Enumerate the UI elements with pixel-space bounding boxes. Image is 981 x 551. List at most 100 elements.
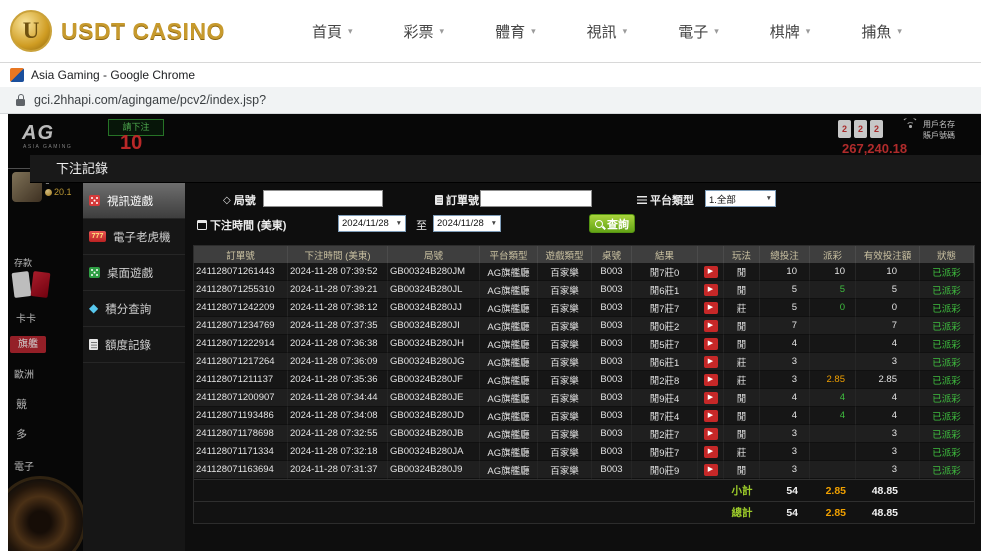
url-text: gci.2hhapi.com/agingame/pcv2/index.jsp?	[34, 93, 266, 107]
table-amount: 267,240.18	[842, 141, 907, 156]
cell-order: 241128071211137	[194, 371, 288, 389]
cell-time: 2024-11-28 07:36:38	[288, 335, 388, 353]
cell-table: B003	[592, 407, 632, 425]
play-video-button[interactable]: ▶	[704, 284, 718, 296]
cell-round: GB00324B280JF	[388, 371, 480, 389]
column-header: 狀態	[920, 246, 974, 263]
cell-game: 百家樂	[538, 461, 592, 479]
play-video-button[interactable]: ▶	[704, 446, 718, 458]
cell-round: GB00324B280JG	[388, 353, 480, 371]
chevron-down-icon: ▾	[348, 26, 353, 37]
document-icon	[435, 195, 443, 205]
cell-play: 閒	[724, 281, 760, 299]
nav-item-label: 電子	[678, 21, 708, 42]
sidebar-item-2[interactable]: 桌面遊戲	[83, 255, 185, 291]
wifi-icon	[901, 117, 919, 135]
cell-payout: 2.85	[810, 371, 856, 389]
lock-icon	[16, 99, 25, 106]
play-video-button[interactable]: ▶	[704, 302, 718, 314]
nav-item-4[interactable]: 電子 ▾	[678, 21, 719, 42]
chevron-down-icon: ▾	[714, 26, 719, 37]
cell-payout: 4	[810, 407, 856, 425]
play-video-button[interactable]: ▶	[704, 464, 718, 476]
cell-status: 已派彩	[920, 317, 974, 335]
cell-play: 閒	[724, 335, 760, 353]
sidebar-item-0[interactable]: 視訊遊戲	[83, 183, 185, 219]
play-video-button[interactable]: ▶	[704, 338, 718, 350]
cell-result: 閒7莊7	[632, 299, 698, 317]
nav-item-3[interactable]: 視訊▾	[587, 21, 628, 42]
cell-table: B003	[592, 461, 632, 479]
cell-replay: ▶	[698, 443, 724, 461]
nav-item-0[interactable]: 首頁▾	[312, 21, 353, 42]
nav-item-label: 棋牌	[770, 21, 800, 42]
play-video-button[interactable]: ▶	[704, 356, 718, 368]
nav-item-1[interactable]: 彩票▾	[404, 21, 445, 42]
total-row: 總計542.8548.85	[194, 501, 974, 523]
date-from-select[interactable]: 2024/11/28 ▼	[338, 215, 406, 232]
doc-icon	[89, 339, 98, 350]
query-button[interactable]: 查詢	[589, 214, 635, 233]
cell-bet: 4	[760, 335, 810, 353]
play-video-button[interactable]: ▶	[704, 392, 718, 404]
cell-status: 已派彩	[920, 461, 974, 479]
table-row: 2411280711636942024-11-28 07:31:37GB0032…	[194, 461, 974, 479]
cell-valid: 3	[856, 461, 920, 479]
total-row-payout: 2.85	[810, 502, 856, 523]
cell-bet: 10	[760, 263, 810, 281]
deposit-fragment: 存款	[14, 256, 32, 269]
cell-replay: ▶	[698, 263, 724, 281]
cell-play: 閒	[724, 317, 760, 335]
nav-item-5[interactable]: 棋牌 ▾	[770, 21, 811, 42]
sidebar-item-3[interactable]: ◆積分查詢	[83, 291, 185, 327]
cell-payout	[810, 335, 856, 353]
site-logo[interactable]: U USDT CASINO	[10, 10, 225, 52]
play-video-button[interactable]: ▶	[704, 410, 718, 422]
cell-platform: AG旗艦廳	[480, 299, 538, 317]
play-video-button[interactable]: ▶	[704, 320, 718, 332]
cell-platform: AG旗艦廳	[480, 461, 538, 479]
cell-order: 241128071178698	[194, 425, 288, 443]
nav-item-2[interactable]: 體育▾	[495, 21, 536, 42]
cell-replay: ▶	[698, 281, 724, 299]
platform-type-select[interactable]: 1.全部 ▼	[705, 190, 776, 207]
cell-result: 閒0莊9	[632, 461, 698, 479]
play-video-button[interactable]: ▶	[704, 428, 718, 440]
cell-table: B003	[592, 389, 632, 407]
chevron-down-icon: ▾	[806, 26, 811, 37]
cell-valid: 0	[856, 299, 920, 317]
cell-status: 已派彩	[920, 299, 974, 317]
table-row: 2411280712614432024-11-28 07:39:52GB0032…	[194, 263, 974, 281]
cell-play: 莊	[724, 299, 760, 317]
sidebar-item-4[interactable]: 額度記錄	[83, 327, 185, 363]
total-row-valid: 48.85	[856, 502, 920, 523]
cell-game: 百家樂	[538, 299, 592, 317]
table-row: 2411280711786982024-11-28 07:32:55GB0032…	[194, 425, 974, 443]
logo-initial: U	[23, 18, 40, 44]
cell-play: 閒	[724, 425, 760, 443]
cell-order: 241128071200907	[194, 389, 288, 407]
cell-status: 已派彩	[920, 443, 974, 461]
cell-game: 百家樂	[538, 317, 592, 335]
chrome-urlbar[interactable]: gci.2hhapi.com/agingame/pcv2/index.jsp?	[0, 87, 981, 114]
cell-result: 閒7莊4	[632, 407, 698, 425]
sidebar-item-1[interactable]: 777電子老虎機	[83, 219, 185, 255]
play-video-button[interactable]: ▶	[704, 266, 718, 278]
cell-round: GB00324B280JD	[388, 407, 480, 425]
play-video-button[interactable]: ▶	[704, 374, 718, 386]
cell-game: 百家樂	[538, 389, 592, 407]
date-to-select[interactable]: 2024/11/28 ▼	[433, 215, 501, 232]
sidebar-item-label: 電子老虎機	[113, 229, 171, 245]
cell-round: GB00324B280JH	[388, 335, 480, 353]
nav-item-6[interactable]: 捕魚▾	[861, 21, 902, 42]
order-number-input[interactable]	[480, 190, 592, 207]
list-icon	[637, 196, 647, 204]
cell-bet: 4	[760, 389, 810, 407]
dice-red-icon	[89, 195, 100, 206]
account-info-fragment: 用戶名存 賬戶號碼	[923, 119, 979, 141]
cell-order: 241128071261443	[194, 263, 288, 281]
cell-valid: 3	[856, 443, 920, 461]
round-number-input[interactable]	[263, 190, 383, 207]
cell-platform: AG旗艦廳	[480, 263, 538, 281]
cell-round: GB00324B280J9	[388, 461, 480, 479]
